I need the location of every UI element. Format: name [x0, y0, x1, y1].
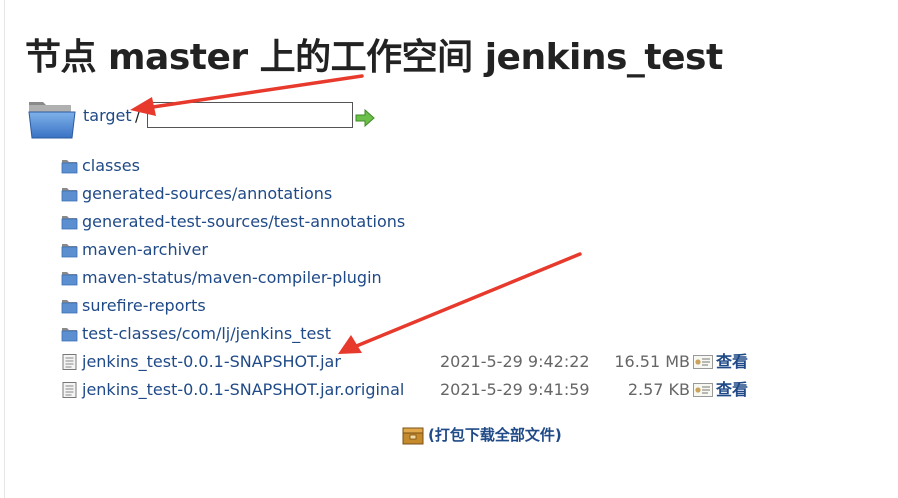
folder-icon [61, 272, 78, 286]
file-link[interactable]: jenkins_test-0.0.1-SNAPSHOT.jar.original [82, 379, 404, 401]
folder-link[interactable]: maven-status/maven-compiler-plugin [82, 267, 382, 289]
folder-icon [61, 216, 78, 230]
folder-icon [28, 102, 76, 139]
folder-link[interactable]: test-classes/com/lj/jenkins_test [82, 323, 331, 345]
view-fingerprint-icon[interactable] [693, 355, 713, 369]
file-link[interactable]: jenkins_test-0.0.1-SNAPSHOT.jar [82, 351, 341, 373]
folder-icon [61, 300, 78, 314]
file-date: 2021-5-29 9:41:59 [440, 380, 590, 399]
file-icon [62, 382, 77, 398]
folder-icon [61, 160, 78, 174]
page-left-border [4, 0, 5, 498]
breadcrumb-target-link[interactable]: target [83, 106, 132, 125]
folder-link[interactable]: maven-archiver [82, 239, 208, 261]
folder-icon [61, 188, 78, 202]
zip-archive-icon[interactable] [402, 427, 424, 445]
folder-link[interactable]: classes [82, 155, 140, 177]
file-icon [62, 354, 77, 370]
breadcrumb-separator: / [135, 106, 141, 125]
file-size: 2.57 KB [627, 380, 690, 399]
folder-link[interactable]: generated-sources/annotations [82, 183, 332, 205]
file-date: 2021-5-29 9:42:22 [440, 352, 590, 371]
folder-link[interactable]: generated-test-sources/test-annotations [82, 211, 405, 233]
view-fingerprint-icon[interactable] [693, 383, 713, 397]
page-title: 节点 master 上的工作空间 jenkins_test [25, 37, 723, 78]
path-input[interactable] [147, 102, 353, 128]
go-arrow-icon[interactable] [355, 109, 375, 127]
view-link[interactable]: 查看 [716, 379, 748, 401]
folder-icon [61, 244, 78, 258]
folder-link[interactable]: surefire-reports [82, 295, 206, 317]
download-all-link[interactable]: (打包下载全部文件) [428, 424, 562, 446]
view-link[interactable]: 查看 [716, 351, 748, 373]
file-size: 16.51 MB [614, 352, 690, 371]
folder-icon [61, 328, 78, 342]
